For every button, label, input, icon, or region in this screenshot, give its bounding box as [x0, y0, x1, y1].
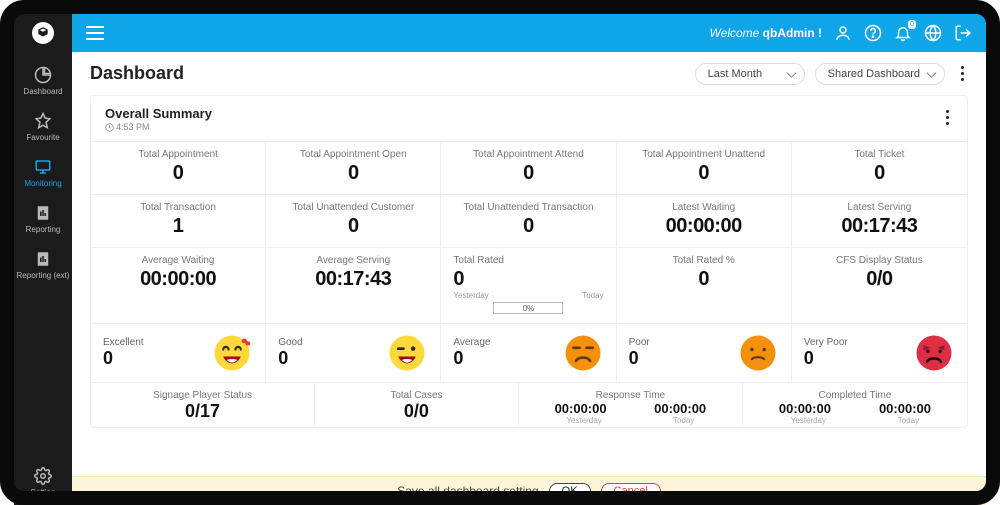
sidebar: Dashboard Favourite Monitoring Reporting…: [14, 14, 72, 505]
save-bar-text: Save all dashboard setting: [397, 484, 538, 498]
rating-poor: Poor0: [617, 324, 792, 382]
sidebar-item-monitoring[interactable]: Monitoring: [14, 150, 72, 196]
rated-progress: 0%: [493, 302, 563, 314]
rating-very-poor: Very Poor0: [792, 324, 967, 382]
sidebar-item-label: Monitoring: [24, 179, 61, 188]
summary-row-2: Total Transaction1 Total Unattended Cust…: [91, 194, 967, 247]
app-logo: [32, 22, 54, 44]
period-select[interactable]: Last Month: [695, 63, 805, 85]
summary-panel: Overall Summary 4:53 PM Total Appointmen…: [90, 95, 968, 428]
sidebar-item-label: Reporting (ext): [17, 271, 70, 280]
sidebar-item-setting[interactable]: Setting: [14, 459, 72, 505]
welcome-text: Welcome qbAdmin !: [710, 26, 822, 40]
user-icon[interactable]: [834, 24, 852, 42]
topbar: Welcome qbAdmin ! 0: [72, 14, 986, 52]
sidebar-item-label: Reporting: [26, 225, 61, 234]
emoji-excellent-icon: [211, 332, 253, 374]
sidebar-item-label: Favourite: [26, 133, 59, 142]
ok-button[interactable]: OK: [549, 483, 591, 499]
panel-title: Overall Summary: [105, 106, 212, 121]
page-menu-button[interactable]: [957, 62, 968, 85]
ratings-row: Excellent0 Good0 Average0 Poor0: [91, 323, 967, 382]
summary-row-3: Average Waiting00:00:00 Average Serving0…: [91, 247, 967, 323]
globe-icon[interactable]: [924, 24, 942, 42]
cancel-button[interactable]: Cancel: [601, 483, 661, 499]
hamburger-button[interactable]: [86, 26, 104, 40]
help-icon[interactable]: [864, 24, 882, 42]
rating-good: Good0: [266, 324, 441, 382]
monitor-icon: [34, 158, 52, 176]
emoji-average-icon: [562, 332, 604, 374]
emoji-poor-icon: [737, 332, 779, 374]
panel-time: 4:53 PM: [105, 122, 212, 132]
emoji-very-poor-icon: [913, 332, 955, 374]
rating-average: Average0: [441, 324, 616, 382]
report-icon: [34, 204, 52, 222]
star-icon: [34, 112, 52, 130]
clock-icon: [105, 123, 114, 132]
sidebar-item-label: Setting: [31, 488, 56, 497]
report-ext-icon: [34, 250, 52, 268]
emoji-good-icon: [386, 332, 428, 374]
dashboard-select[interactable]: Shared Dashboard: [815, 63, 945, 85]
bell-icon[interactable]: 0: [894, 24, 912, 42]
sidebar-item-label: Dashboard: [23, 87, 62, 96]
logout-icon[interactable]: [954, 24, 972, 42]
sidebar-item-reporting-ext[interactable]: Reporting (ext): [14, 242, 72, 288]
sidebar-item-reporting[interactable]: Reporting: [14, 196, 72, 242]
pie-icon: [34, 66, 52, 84]
summary-row-4: Signage Player Status0/17 Total Cases0/0…: [91, 382, 967, 427]
rating-excellent: Excellent0: [91, 324, 266, 382]
gear-icon: [34, 467, 52, 485]
summary-row-1: Total Appointment0 Total Appointment Ope…: [91, 141, 967, 194]
sidebar-item-dashboard[interactable]: Dashboard: [14, 58, 72, 104]
save-bar: Save all dashboard setting OK Cancel: [72, 476, 986, 505]
sidebar-item-favourite[interactable]: Favourite: [14, 104, 72, 150]
page-title: Dashboard: [90, 63, 184, 84]
panel-menu-button[interactable]: [942, 106, 953, 129]
notif-badge: 0: [908, 20, 916, 29]
